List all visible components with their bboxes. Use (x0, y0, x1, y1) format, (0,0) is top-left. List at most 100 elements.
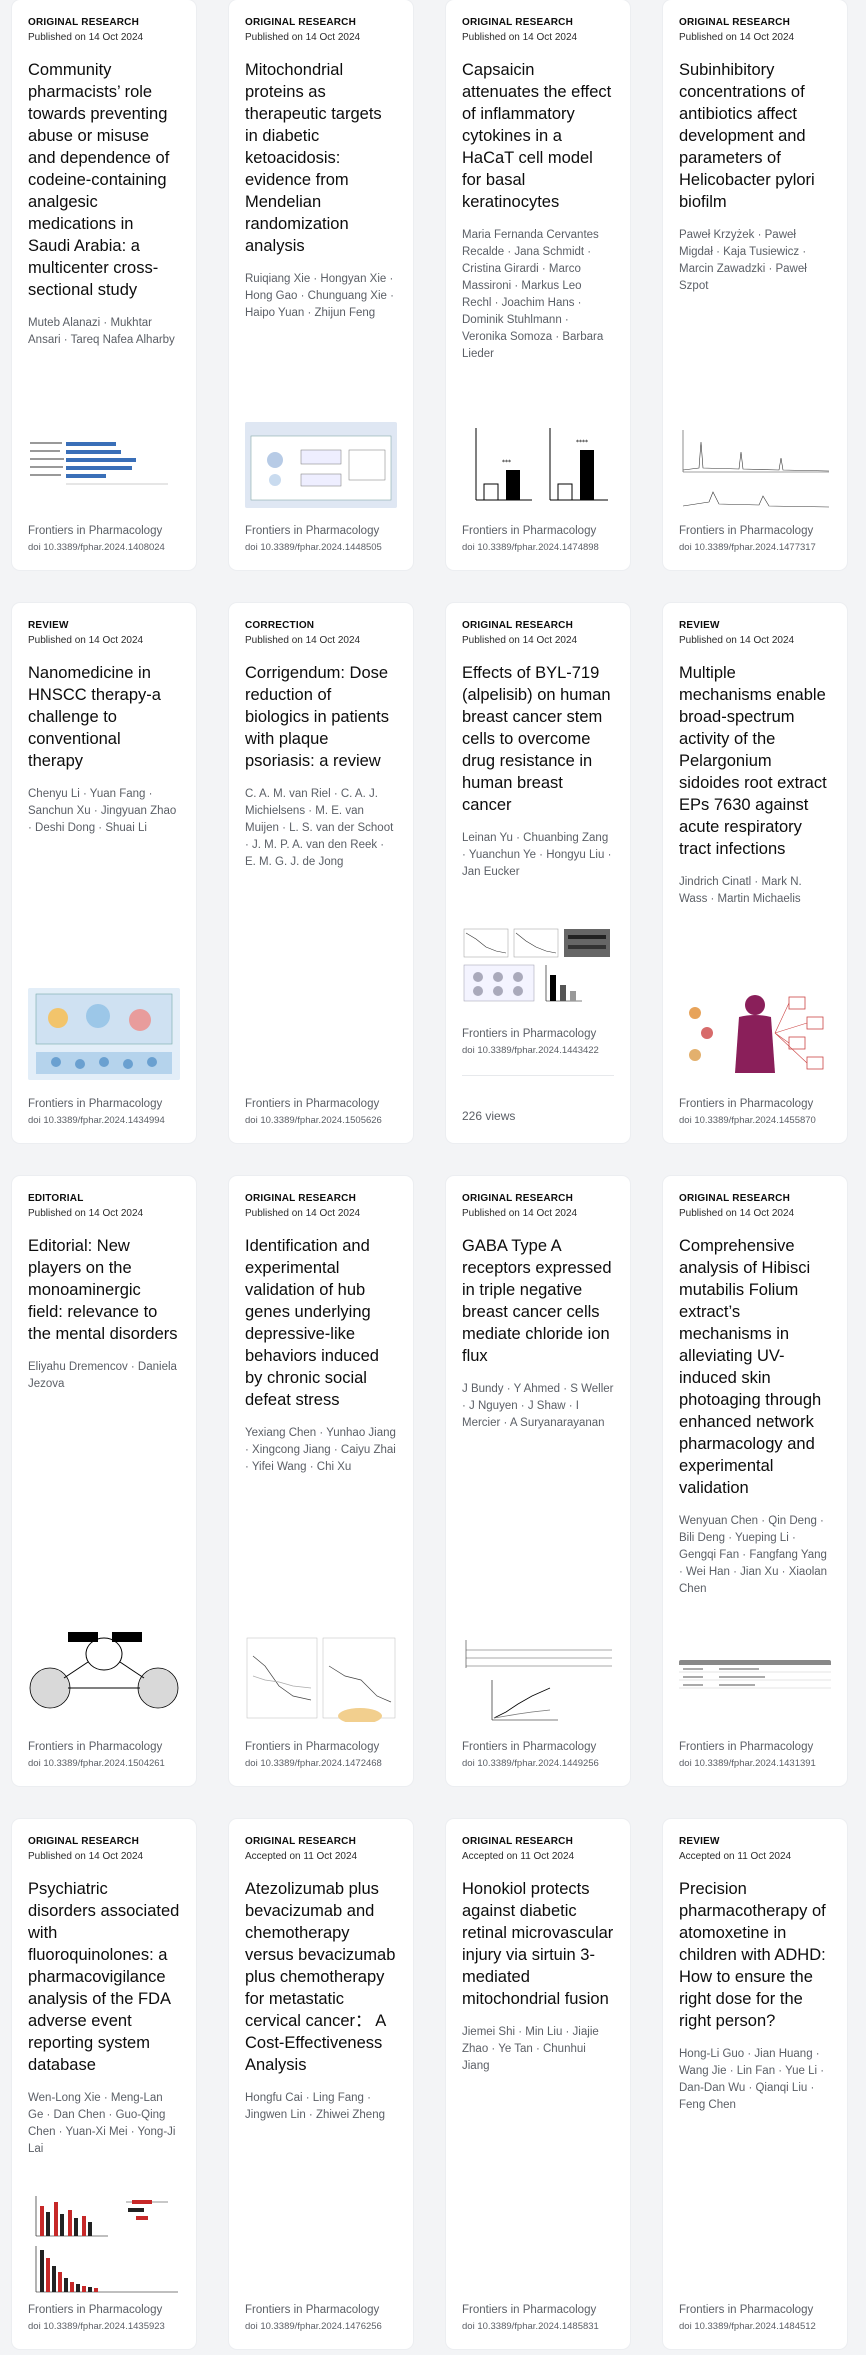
article-authors: Paweł Krzyżek · Paweł Migdał · Kaja Tusi… (679, 229, 807, 292)
article-type: ORIGINAL RESEARCH (462, 1193, 574, 1204)
article-type: EDITORIAL (28, 1193, 84, 1204)
article-type: ORIGINAL RESEARCH (462, 17, 574, 28)
article-doi[interactable]: doi 10.3389/fphar.2024.1472468 (245, 1757, 382, 1770)
article-doi[interactable]: doi 10.3389/fphar.2024.1448505 (245, 541, 382, 554)
article-card[interactable]: ORIGINAL RESEARCH Published on 14 Oct 20… (229, 0, 413, 570)
journal-name[interactable]: Frontiers in Pharmacology (462, 1740, 596, 1754)
article-title[interactable]: Capsaicin attenuates the effect of infla… (462, 59, 614, 213)
journal-name[interactable]: Frontiers in Pharmacology (462, 1027, 596, 1041)
publish-date: Published on 14 Oct 2024 (462, 1208, 578, 1219)
article-type: ORIGINAL RESEARCH (679, 1193, 791, 1204)
article-title[interactable]: Corrigendum: Dose reduction of biologics… (245, 662, 397, 772)
article-thumbnail[interactable] (679, 422, 831, 512)
article-card[interactable]: ORIGINAL RESEARCH Accepted on 11 Oct 202… (229, 1819, 413, 2349)
article-type: REVIEW (679, 1836, 720, 1847)
publish-date: Published on 14 Oct 2024 (462, 32, 578, 43)
article-doi[interactable]: doi 10.3389/fphar.2024.1474898 (462, 541, 599, 554)
journal-name[interactable]: Frontiers in Pharmacology (28, 1097, 162, 1111)
journal-name[interactable]: Frontiers in Pharmacology (462, 524, 596, 538)
article-doi[interactable]: doi 10.3389/fphar.2024.1434994 (28, 1114, 165, 1127)
article-thumbnail[interactable]: *** **** (462, 418, 614, 510)
article-title[interactable]: Comprehensive analysis of Hibisci mutabi… (679, 1235, 831, 1499)
article-thumbnail[interactable] (245, 422, 397, 508)
publish-date: Accepted on 11 Oct 2024 (245, 1851, 358, 1862)
article-thumbnail[interactable] (28, 988, 180, 1080)
article-card[interactable]: ORIGINAL RESEARCH Published on 14 Oct 20… (446, 1176, 630, 1786)
article-card[interactable]: ORIGINAL RESEARCH Published on 14 Oct 20… (663, 1176, 847, 1786)
article-type: CORRECTION (245, 620, 315, 631)
article-card[interactable]: ORIGINAL RESEARCH Published on 14 Oct 20… (663, 0, 847, 570)
article-doi[interactable]: doi 10.3389/fphar.2024.1435923 (28, 2320, 165, 2333)
article-type: ORIGINAL RESEARCH (462, 1836, 574, 1847)
article-title[interactable]: Identification and experimental validati… (245, 1235, 397, 1411)
article-type: ORIGINAL RESEARCH (28, 1836, 140, 1847)
article-authors: Maria Fernanda Cervantes Recalde · Jana … (462, 229, 604, 360)
article-doi[interactable]: doi 10.3389/fphar.2024.1408024 (28, 541, 165, 554)
article-card[interactable]: EDITORIAL Published on 14 Oct 2024 Edito… (12, 1176, 196, 1786)
svg-text:****: **** (576, 439, 588, 446)
article-doi[interactable]: doi 10.3389/fphar.2024.1505626 (245, 1114, 382, 1127)
article-title[interactable]: GABA Type A receptors expressed in tripl… (462, 1235, 614, 1367)
article-title[interactable]: Mitochondrial proteins as therapeutic ta… (245, 59, 397, 257)
journal-name[interactable]: Frontiers in Pharmacology (679, 1097, 813, 1111)
journal-name[interactable]: Frontiers in Pharmacology (679, 2303, 813, 2317)
article-doi[interactable]: doi 10.3389/fphar.2024.1476256 (245, 2320, 382, 2333)
article-title[interactable]: Subinhibitory concentrations of antibiot… (679, 59, 831, 213)
journal-name[interactable]: Frontiers in Pharmacology (28, 524, 162, 538)
article-doi[interactable]: doi 10.3389/fphar.2024.1485831 (462, 2320, 599, 2333)
article-title[interactable]: Effects of BYL-719 (alpelisib) on human … (462, 662, 614, 816)
article-authors: J Bundy · Y Ahmed · S Weller · J Nguyen … (462, 1383, 614, 1429)
article-card[interactable]: ORIGINAL RESEARCH Published on 14 Oct 20… (12, 1819, 196, 2349)
article-title[interactable]: Atezolizumab plus bevacizumab and chemot… (245, 1878, 397, 2076)
article-card[interactable]: ORIGINAL RESEARCH Accepted on 11 Oct 202… (446, 1819, 630, 2349)
article-thumbnail[interactable] (28, 430, 180, 498)
article-title[interactable]: Community pharmacists’ role towards prev… (28, 59, 180, 301)
article-thumbnail[interactable] (28, 1630, 180, 1722)
journal-name[interactable]: Frontiers in Pharmacology (679, 1740, 813, 1754)
article-doi[interactable]: doi 10.3389/fphar.2024.1431391 (679, 1757, 816, 1770)
article-type: REVIEW (679, 620, 720, 631)
article-type: ORIGINAL RESEARCH (28, 17, 140, 28)
article-doi[interactable]: doi 10.3389/fphar.2024.1443422 (462, 1044, 599, 1057)
article-title[interactable]: Psychiatric disorders associated with fl… (28, 1878, 180, 2076)
journal-name[interactable]: Frontiers in Pharmacology (245, 1740, 379, 1754)
article-card[interactable]: CORRECTION Published on 14 Oct 2024 Corr… (229, 603, 413, 1143)
article-doi[interactable]: doi 10.3389/fphar.2024.1477317 (679, 541, 816, 554)
publish-date: Published on 14 Oct 2024 (28, 1851, 144, 1862)
article-card[interactable]: ORIGINAL RESEARCH Published on 14 Oct 20… (446, 0, 630, 570)
article-card[interactable]: REVIEW Published on 14 Oct 2024 Multiple… (663, 603, 847, 1143)
journal-name[interactable]: Frontiers in Pharmacology (679, 524, 813, 538)
article-authors: Yexiang Chen · Yunhao Jiang · Xingcong J… (245, 1427, 396, 1473)
journal-name[interactable]: Frontiers in Pharmacology (28, 1740, 162, 1754)
article-card[interactable]: REVIEW Accepted on 11 Oct 2024 Precision… (663, 1819, 847, 2349)
article-thumbnail[interactable] (679, 1660, 831, 1696)
article-doi[interactable]: doi 10.3389/fphar.2024.1504261 (28, 1757, 165, 1770)
article-card[interactable]: ORIGINAL RESEARCH Published on 14 Oct 20… (12, 0, 196, 570)
journal-name[interactable]: Frontiers in Pharmacology (245, 1097, 379, 1111)
article-type: REVIEW (28, 620, 69, 631)
article-title[interactable]: Honokiol protects against diabetic retin… (462, 1878, 614, 2010)
article-thumbnail[interactable] (245, 1636, 397, 1722)
article-title[interactable]: Multiple mechanisms enable broad-spectru… (679, 662, 831, 860)
article-title[interactable]: Precision pharmacotherapy of atomoxetine… (679, 1878, 831, 2032)
article-thumbnail[interactable] (462, 1636, 614, 1722)
article-doi[interactable]: doi 10.3389/fphar.2024.1455870 (679, 1114, 816, 1127)
article-thumbnail[interactable] (679, 983, 831, 1079)
journal-name[interactable]: Frontiers in Pharmacology (245, 524, 379, 538)
article-doi[interactable]: doi 10.3389/fphar.2024.1449256 (462, 1757, 599, 1770)
article-authors: Wenyuan Chen · Qin Deng · Bili Deng · Yu… (679, 1515, 828, 1595)
article-title[interactable]: Editorial: New players on the monoaminer… (28, 1235, 180, 1345)
article-title[interactable]: Nanomedicine in HNSCC therapy-a challeng… (28, 662, 180, 772)
article-thumbnail[interactable] (462, 925, 614, 1005)
publish-date: Published on 14 Oct 2024 (245, 32, 361, 43)
journal-name[interactable]: Frontiers in Pharmacology (28, 2303, 162, 2317)
divider (462, 1075, 614, 1076)
article-thumbnail[interactable] (28, 2192, 180, 2296)
journal-name[interactable]: Frontiers in Pharmacology (245, 2303, 379, 2317)
article-card[interactable]: ORIGINAL RESEARCH Published on 14 Oct 20… (229, 1176, 413, 1786)
article-authors: C. A. M. van Riel · C. A. J. Michielsens… (245, 788, 394, 868)
journal-name[interactable]: Frontiers in Pharmacology (462, 2303, 596, 2317)
article-doi[interactable]: doi 10.3389/fphar.2024.1484512 (679, 2320, 816, 2333)
article-card[interactable]: ORIGINAL RESEARCH Published on 14 Oct 20… (446, 603, 630, 1143)
article-card[interactable]: REVIEW Published on 14 Oct 2024 Nanomedi… (12, 603, 196, 1143)
